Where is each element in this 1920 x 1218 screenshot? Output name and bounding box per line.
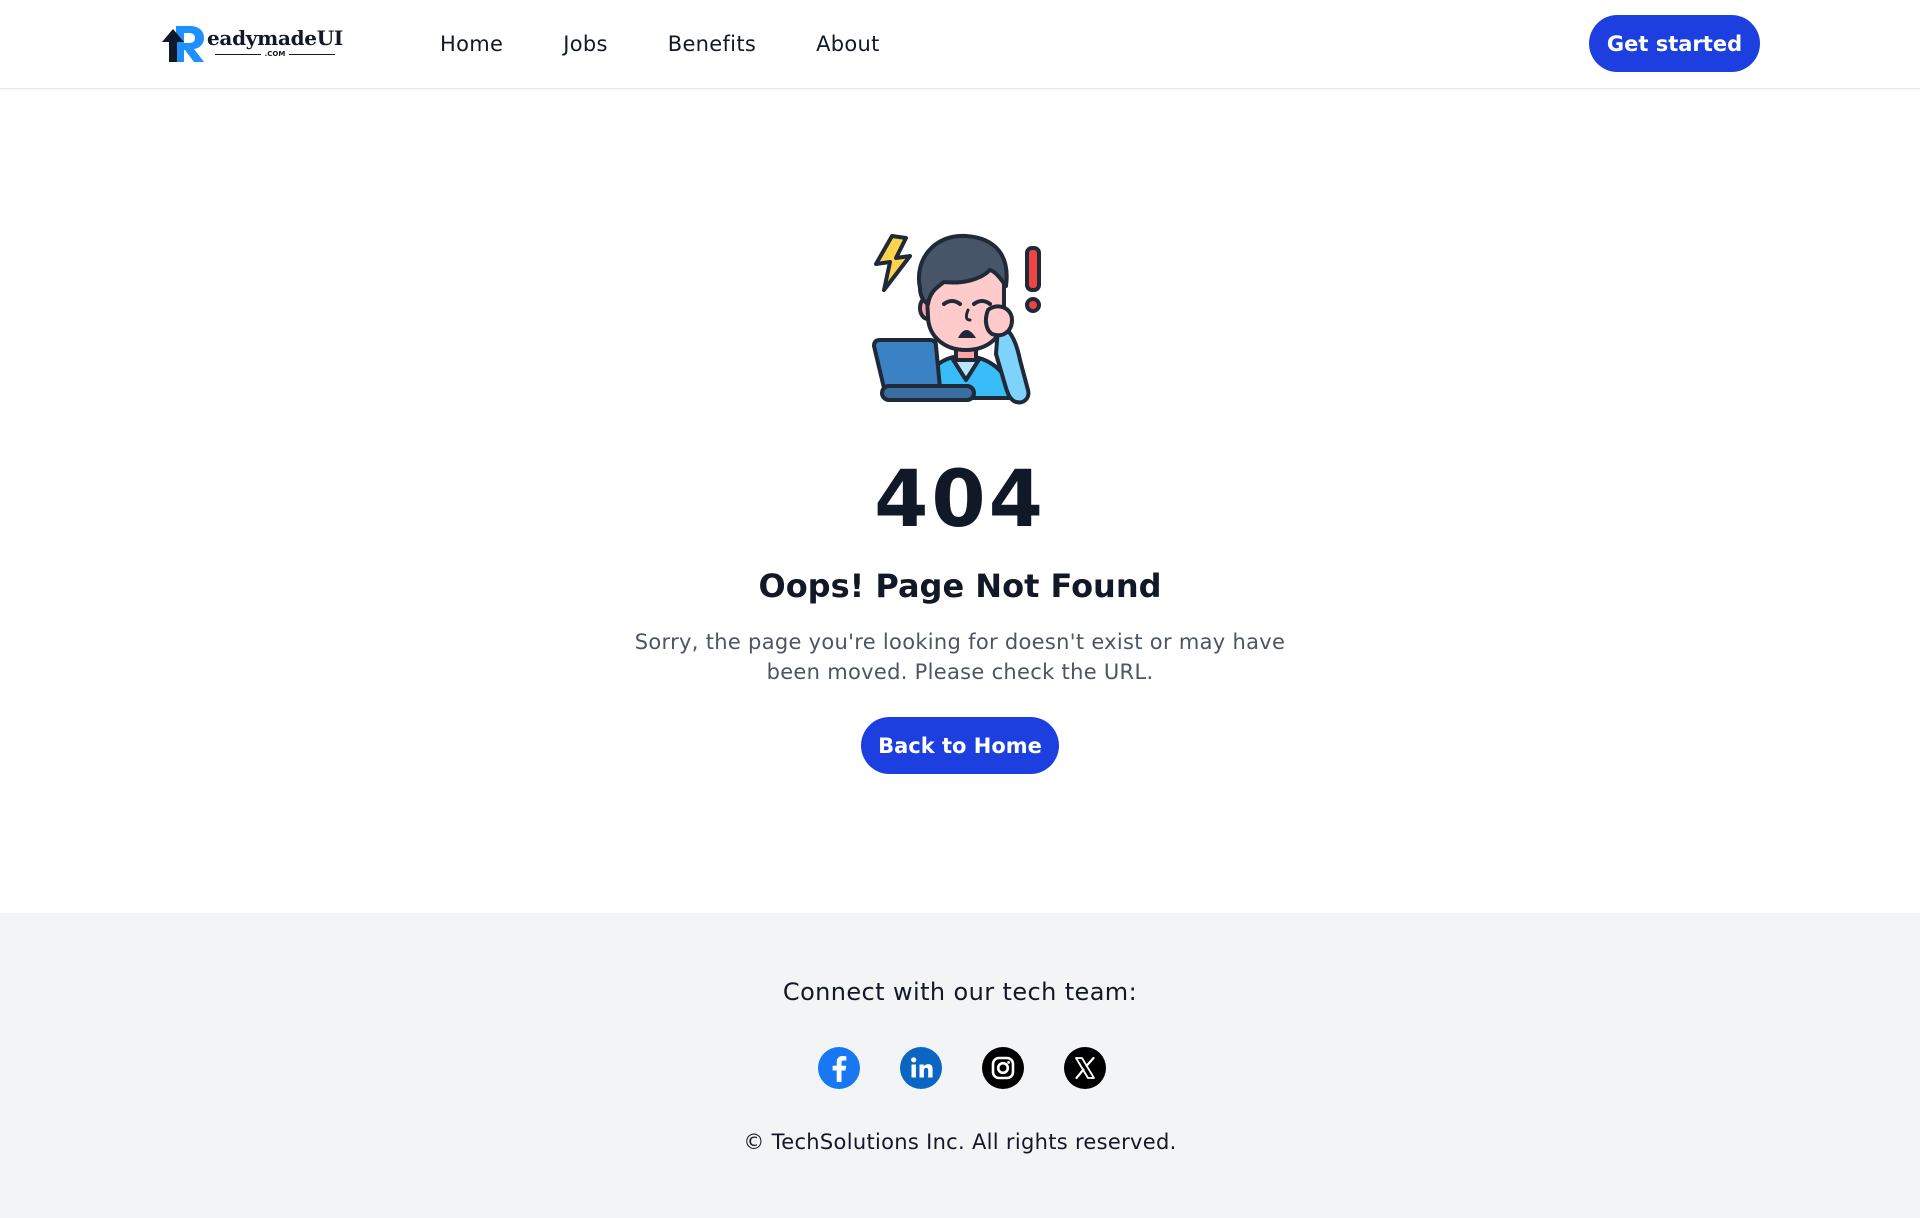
frustrated-person-laptop-icon bbox=[872, 233, 1041, 405]
nav-item-benefits[interactable]: Benefits bbox=[668, 28, 756, 60]
logo-divider bbox=[214, 54, 261, 55]
logo-divider bbox=[289, 54, 336, 55]
copyright: © TechSolutions Inc. All rights reserved… bbox=[743, 1130, 1177, 1154]
logo-wordmark: eadymadeUI .COM bbox=[207, 28, 343, 58]
site-header: eadymadeUI .COM Home Jobs Benefits About… bbox=[0, 0, 1920, 89]
back-to-home-button[interactable]: Back to Home bbox=[861, 717, 1059, 774]
nav-item-about[interactable]: About bbox=[816, 28, 880, 60]
logo[interactable]: eadymadeUI .COM bbox=[160, 20, 343, 66]
instagram-link[interactable] bbox=[982, 1047, 1024, 1089]
error-code: 404 bbox=[874, 455, 1046, 545]
get-started-button[interactable]: Get started bbox=[1589, 15, 1760, 72]
facebook-icon bbox=[818, 1047, 860, 1089]
main-nav: Home Jobs Benefits About bbox=[440, 28, 880, 60]
x-icon bbox=[1064, 1047, 1106, 1089]
instagram-icon bbox=[982, 1047, 1024, 1089]
error-description: Sorry, the page you're looking for doesn… bbox=[634, 630, 1286, 684]
logo-sub: .COM bbox=[207, 51, 343, 58]
linkedin-icon bbox=[900, 1047, 942, 1089]
x-link[interactable] bbox=[1064, 1047, 1106, 1089]
logo-word: eadymadeUI bbox=[207, 26, 343, 50]
nav-item-jobs[interactable]: Jobs bbox=[563, 28, 608, 60]
page-title: Oops! Page Not Found bbox=[758, 567, 1162, 605]
social-links bbox=[818, 1047, 1106, 1089]
nav-item-home[interactable]: Home bbox=[440, 28, 503, 60]
footer-title: Connect with our tech team: bbox=[782, 978, 1138, 1006]
linkedin-link[interactable] bbox=[900, 1047, 942, 1089]
logo-r-mark-icon bbox=[162, 26, 204, 62]
site-footer: Connect with our tech team: © TechSoluti… bbox=[0, 913, 1920, 1218]
logo-domain: .COM bbox=[264, 50, 286, 58]
facebook-link[interactable] bbox=[818, 1047, 860, 1089]
